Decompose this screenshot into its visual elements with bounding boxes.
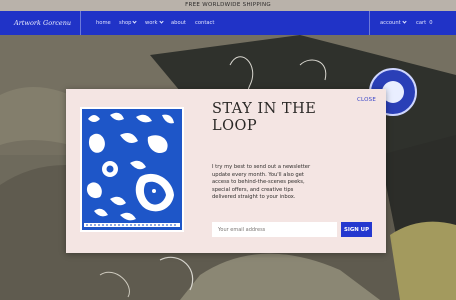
chevron-down-icon <box>158 19 164 24</box>
chevron-down-icon <box>402 19 407 24</box>
nav-shop[interactable]: shop <box>119 19 138 26</box>
nav-divider <box>80 11 81 35</box>
modal-title: STAY IN THE LOOP <box>212 101 352 135</box>
cart-count: 0 <box>429 20 433 26</box>
cart-label: cart <box>416 20 427 26</box>
announcement-text: FREE WORLDWIDE SHIPPING <box>185 2 271 8</box>
cart-link[interactable]: cart 0 <box>416 20 433 26</box>
account-label: account <box>380 20 401 26</box>
modal-description: I try my best to send out a newsletter u… <box>212 164 311 200</box>
close-button[interactable]: CLOSE <box>357 97 376 103</box>
chevron-down-icon <box>132 19 138 24</box>
site-logo[interactable]: Artwork Gorcenu <box>14 19 71 27</box>
nav-work[interactable]: work <box>145 19 164 26</box>
newsletter-illustration <box>80 107 184 232</box>
account-menu[interactable]: account <box>380 19 407 26</box>
modal-title-line1: STAY IN THE <box>212 101 317 117</box>
email-input[interactable] <box>212 222 337 237</box>
nav-divider <box>369 11 370 35</box>
nav-contact[interactable]: contact <box>195 20 214 26</box>
nav-shop-label: shop <box>119 20 132 26</box>
site-header: Artwork Gorcenu home shop work about con… <box>0 11 456 35</box>
newsletter-modal: STAY IN THE LOOP CLOSE I try my best to … <box>66 89 386 253</box>
announcement-bar: FREE WORLDWIDE SHIPPING <box>0 0 456 11</box>
signup-button[interactable]: SIGN UP <box>341 222 372 237</box>
nav-about[interactable]: about <box>171 20 186 26</box>
nav-work-label: work <box>145 20 158 26</box>
modal-title-line2: LOOP <box>212 118 258 134</box>
nav-home[interactable]: home <box>96 20 111 26</box>
